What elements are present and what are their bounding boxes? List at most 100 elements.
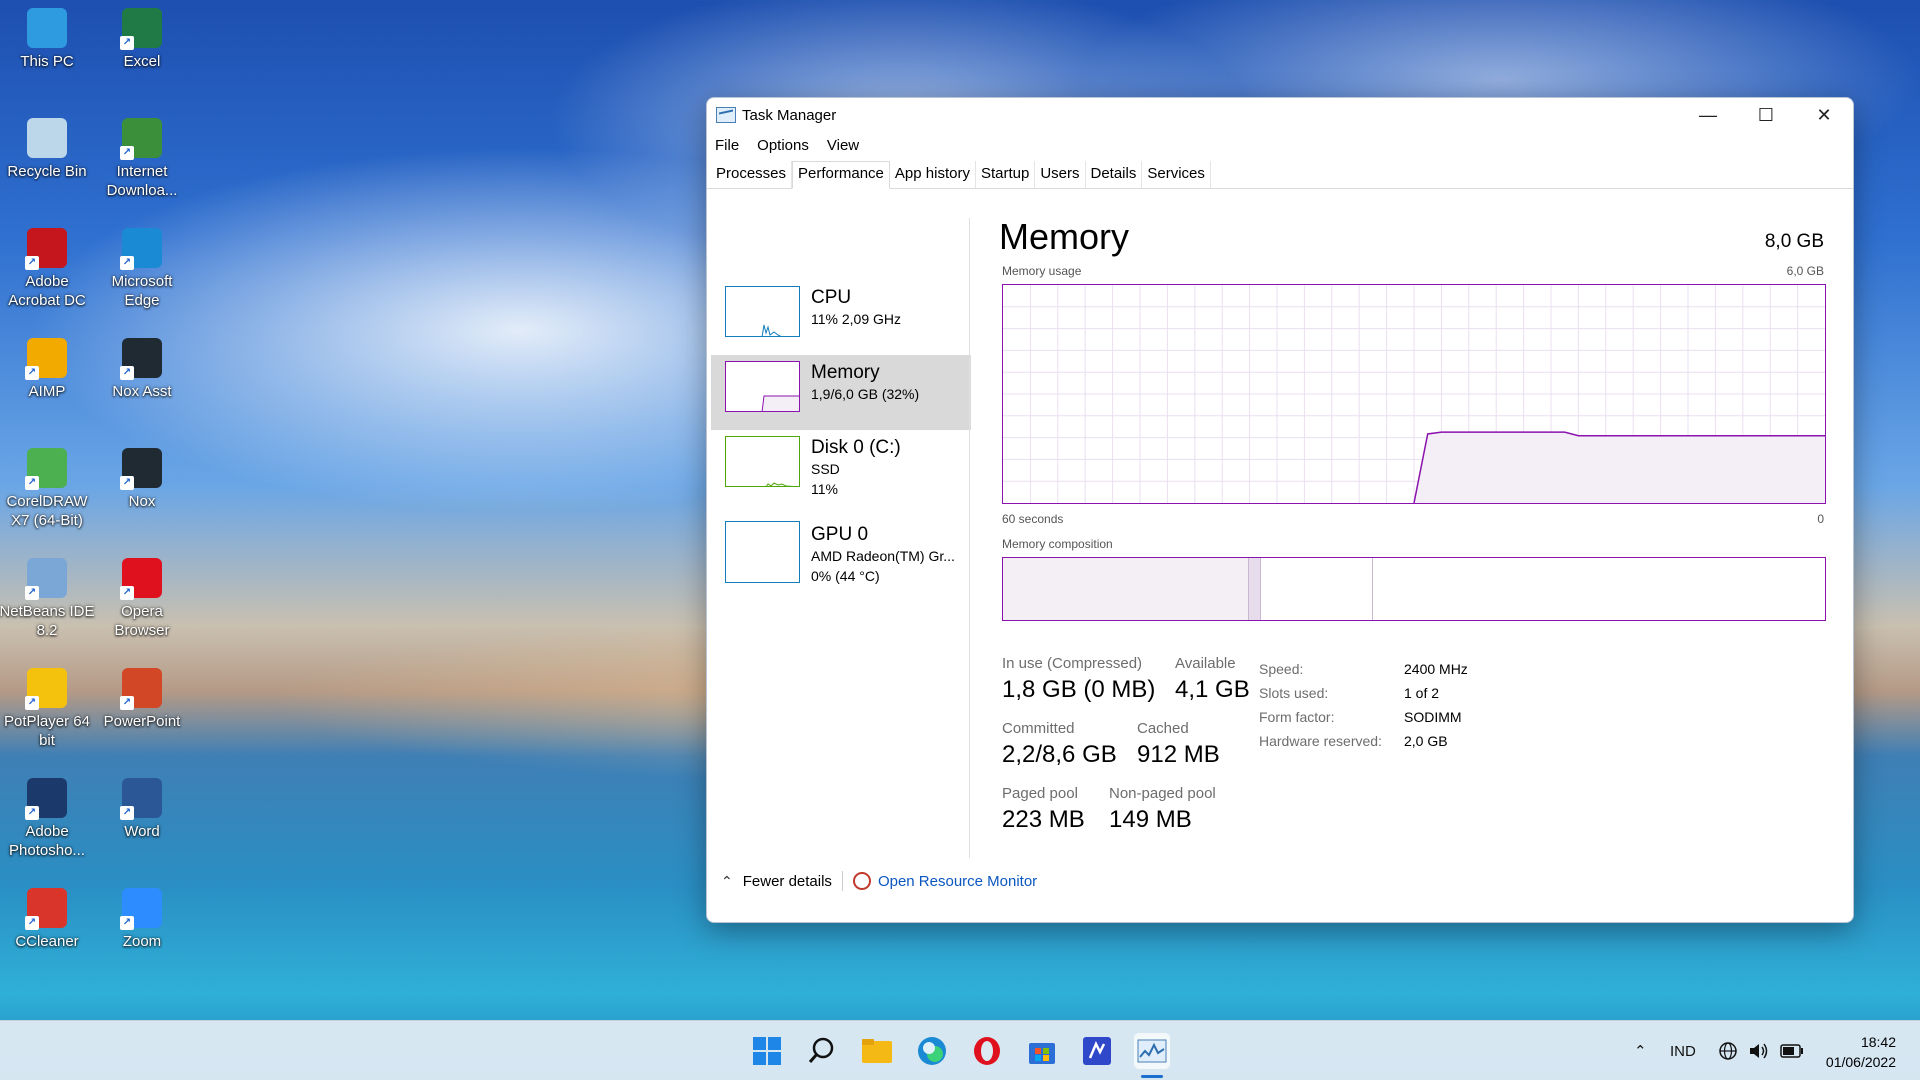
- shortcut-arrow-icon: ↗: [120, 916, 134, 930]
- close-button[interactable]: ✕: [1795, 98, 1853, 132]
- stat-value: 223 MB: [1002, 806, 1085, 833]
- stat-label: Non-paged pool: [1109, 785, 1216, 802]
- menu-view[interactable]: View: [827, 137, 859, 154]
- desktop-icon[interactable]: ↗ Microsoft Edge: [94, 228, 190, 310]
- desktop-icon[interactable]: ↗ CCleaner: [0, 888, 95, 951]
- vscode-icon[interactable]: [1079, 1033, 1115, 1069]
- resource-list: CPU 11% 2,09 GHz Memory 1,9/6,0 GB (32%)…: [711, 280, 971, 597]
- search-icon[interactable]: [804, 1033, 840, 1069]
- network-icon[interactable]: [1718, 1021, 1738, 1080]
- minimize-button[interactable]: —: [1679, 98, 1737, 132]
- tab-startup[interactable]: Startup: [976, 161, 1036, 188]
- resource-detail: AMD Radeon(TM) Gr...: [811, 548, 955, 564]
- tab-services[interactable]: Services: [1142, 161, 1211, 188]
- stat-paged-pool: Paged pool 223 MB: [1002, 785, 1085, 834]
- acrobat-icon: ↗: [25, 228, 67, 270]
- cpu-thumbnail-graph: [725, 286, 800, 337]
- series-area: [1414, 432, 1825, 503]
- battery-icon[interactable]: [1780, 1021, 1804, 1080]
- resource-memory[interactable]: Memory 1,9/6,0 GB (32%): [711, 355, 971, 430]
- desktop-icon[interactable]: ↗ PowerPoint: [94, 668, 190, 731]
- tab-users[interactable]: Users: [1035, 161, 1086, 188]
- resource-disk[interactable]: Disk 0 (C:) SSD 11%: [711, 430, 971, 517]
- title-bar[interactable]: Task Manager — ☐ ✕: [707, 98, 1853, 132]
- memory-thumbnail-graph: [725, 361, 800, 412]
- desktop-icon-label: NetBeans IDE 8.2: [0, 603, 95, 639]
- menu-bar: File Options View: [707, 132, 1853, 159]
- spec-value: SODIMM: [1404, 709, 1462, 725]
- desktop-icon[interactable]: ↗ NetBeans IDE 8.2: [0, 558, 95, 640]
- tab-details[interactable]: Details: [1086, 161, 1143, 188]
- tab-processes[interactable]: Processes: [711, 161, 793, 188]
- volume-icon[interactable]: [1748, 1021, 1770, 1080]
- shortcut-arrow-icon: ↗: [25, 366, 39, 380]
- excel-icon: ↗: [120, 8, 162, 50]
- clock-date: 01/06/2022: [1825, 1054, 1896, 1070]
- menu-options[interactable]: Options: [757, 137, 809, 154]
- menu-file[interactable]: File: [715, 137, 739, 154]
- desktop-icon-label: Word: [124, 823, 160, 840]
- desktop-icon[interactable]: ↗ Word: [94, 778, 190, 841]
- panel-heading: Memory: [999, 216, 1130, 257]
- shortcut-arrow-icon: ↗: [25, 806, 39, 820]
- desktop-icon[interactable]: ↗ Opera Browser: [94, 558, 190, 640]
- stat-value: 1,8 GB (0 MB): [1002, 676, 1156, 703]
- edge-icon[interactable]: [914, 1033, 950, 1069]
- desktop-icon[interactable]: ↗ Excel: [94, 8, 190, 71]
- fewer-details-button[interactable]: Fewer details: [743, 873, 832, 890]
- spec-value: 2400 MHz: [1404, 661, 1468, 677]
- desktop-icon[interactable]: ↗ AIMP: [0, 338, 95, 401]
- shortcut-arrow-icon: ↗: [25, 256, 39, 270]
- graph-time-right: 0: [1817, 512, 1824, 526]
- file-explorer-icon[interactable]: [859, 1033, 895, 1069]
- desktop-icon[interactable]: This PC: [0, 8, 95, 71]
- resource-gpu[interactable]: GPU 0 AMD Radeon(TM) Gr... 0% (44 °C): [711, 517, 971, 597]
- maximize-button[interactable]: ☐: [1737, 98, 1795, 132]
- desktop-icon-label: Recycle Bin: [7, 163, 87, 180]
- desktop-icon-label: CCleaner: [15, 933, 79, 950]
- resource-name: Disk 0 (C:): [811, 437, 901, 458]
- stat-available: Available 4,1 GB: [1175, 655, 1250, 704]
- computer-icon: [27, 8, 67, 48]
- desktop-icon[interactable]: ↗ Internet Downloa...: [94, 118, 190, 200]
- tab-performance[interactable]: Performance: [792, 161, 890, 189]
- shortcut-arrow-icon: ↗: [120, 476, 134, 490]
- opera-icon[interactable]: [969, 1033, 1005, 1069]
- desktop-icon[interactable]: ↗ Adobe Acrobat DC: [0, 228, 95, 310]
- start-icon[interactable]: [749, 1033, 785, 1069]
- shortcut-arrow-icon: ↗: [120, 36, 134, 50]
- total-memory: 8,0 GB: [1764, 231, 1824, 252]
- footer-bar: ⌃ Fewer details Open Resource Monitor: [721, 871, 1037, 891]
- resource-name: Memory: [811, 362, 880, 383]
- open-resource-monitor-link[interactable]: Open Resource Monitor: [878, 873, 1037, 890]
- task-manager-icon[interactable]: [1134, 1033, 1170, 1069]
- spec-key: Slots used:: [1259, 685, 1329, 701]
- netbeans-icon: ↗: [25, 558, 67, 600]
- desktop: { "desktop": { "icons": [ {"label": "Thi…: [0, 0, 1920, 1080]
- shortcut-arrow-icon: ↗: [120, 586, 134, 600]
- desktop-icon[interactable]: ↗ Adobe Photosho...: [0, 778, 95, 860]
- desktop-icon[interactable]: ↗ Nox Asst: [94, 338, 190, 401]
- active-app-indicator: [1141, 1075, 1163, 1078]
- resource-name: GPU 0: [811, 524, 869, 545]
- store-icon[interactable]: [1024, 1033, 1060, 1069]
- desktop-icon[interactable]: Recycle Bin: [0, 118, 95, 181]
- clock-time: 18:42: [1860, 1034, 1896, 1050]
- desktop-icon[interactable]: ↗ PotPlayer 64 bit: [0, 668, 95, 750]
- resource-monitor-icon: [852, 872, 871, 890]
- desktop-icon-label: This PC: [20, 53, 74, 70]
- show-hidden-icons-icon[interactable]: ⌃: [1634, 1021, 1647, 1080]
- resource-cpu[interactable]: CPU 11% 2,09 GHz: [711, 280, 971, 355]
- desktop-icon-label: PowerPoint: [103, 713, 181, 730]
- desktop-icon[interactable]: ↗ Nox: [94, 448, 190, 511]
- desktop-icon[interactable]: ↗ CorelDRAW X7 (64-Bit): [0, 448, 95, 530]
- desktop-icon-label: AIMP: [28, 383, 66, 400]
- language-indicator[interactable]: IND: [1670, 1021, 1696, 1080]
- clock[interactable]: 18:42 01/06/2022: [1826, 1032, 1896, 1072]
- desktop-icon[interactable]: ↗ Zoom: [94, 888, 190, 951]
- stat-in-use: In use (Compressed) 1,8 GB (0 MB): [1002, 655, 1155, 704]
- composition-in-use: [1003, 558, 1249, 620]
- tab-app-history[interactable]: App history: [890, 161, 976, 188]
- tab-strip: Processes Performance App history Startu…: [707, 159, 1853, 189]
- chevron-up-icon[interactable]: ⌃: [721, 873, 733, 890]
